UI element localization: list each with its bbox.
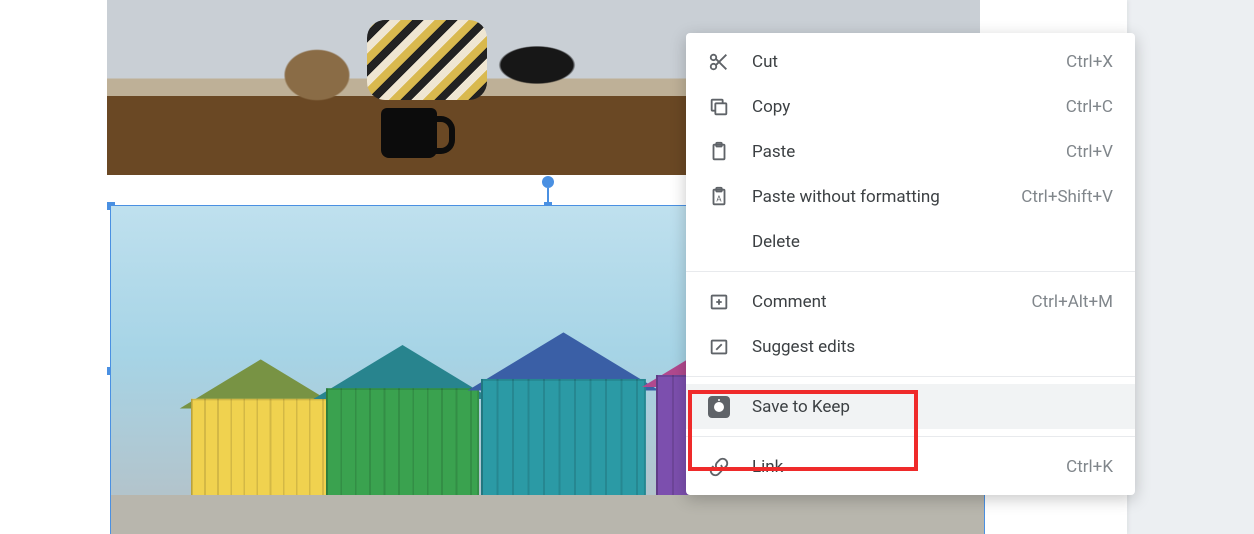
scissors-icon	[708, 51, 730, 73]
menu-item-shortcut: Ctrl+Shift+V	[1021, 187, 1113, 207]
menu-item-label: Paste without formatting	[752, 187, 1021, 207]
menu-item-label: Cut	[752, 52, 1066, 72]
menu-item-label: Copy	[752, 97, 1066, 117]
context-menu: Cut Ctrl+X Copy Ctrl+C Paste Ctrl+V A Pa…	[686, 33, 1135, 495]
blank-icon	[708, 231, 730, 253]
svg-text:A: A	[716, 194, 722, 204]
menu-item-save-to-keep[interactable]: Save to Keep	[686, 384, 1135, 429]
menu-item-link[interactable]: Link Ctrl+K	[686, 444, 1135, 489]
clipboard-icon	[708, 141, 730, 163]
suggest-edits-icon	[708, 336, 730, 358]
menu-item-shortcut: Ctrl+X	[1066, 52, 1113, 72]
menu-item-shortcut: Ctrl+C	[1066, 97, 1113, 117]
rotate-handle[interactable]	[542, 176, 554, 188]
menu-item-paste-without-formatting[interactable]: A Paste without formatting Ctrl+Shift+V	[686, 174, 1135, 219]
menu-item-copy[interactable]: Copy Ctrl+C	[686, 84, 1135, 129]
menu-item-delete[interactable]: Delete	[686, 219, 1135, 264]
menu-item-shortcut: Ctrl+Alt+M	[1032, 292, 1113, 312]
app-stage: Cut Ctrl+X Copy Ctrl+C Paste Ctrl+V A Pa…	[0, 0, 1254, 534]
menu-item-label: Delete	[752, 232, 1113, 252]
menu-separator	[686, 271, 1135, 272]
menu-item-comment[interactable]: Comment Ctrl+Alt+M	[686, 279, 1135, 324]
menu-item-paste[interactable]: Paste Ctrl+V	[686, 129, 1135, 174]
menu-item-label: Paste	[752, 142, 1066, 162]
menu-separator	[686, 376, 1135, 377]
menu-item-label: Suggest edits	[752, 337, 1113, 357]
menu-item-label: Save to Keep	[752, 397, 1113, 417]
menu-separator	[686, 436, 1135, 437]
menu-item-shortcut: Ctrl+V	[1066, 142, 1113, 162]
menu-item-suggest-edits[interactable]: Suggest edits	[686, 324, 1135, 369]
comment-icon	[708, 291, 730, 313]
clipboard-text-icon: A	[708, 186, 730, 208]
menu-item-label: Comment	[752, 292, 1032, 312]
menu-item-shortcut: Ctrl+K	[1066, 457, 1113, 477]
menu-item-cut[interactable]: Cut Ctrl+X	[686, 39, 1135, 84]
keep-icon	[708, 396, 730, 418]
copy-icon	[708, 96, 730, 118]
link-icon	[708, 456, 730, 478]
menu-item-label: Link	[752, 457, 1066, 477]
